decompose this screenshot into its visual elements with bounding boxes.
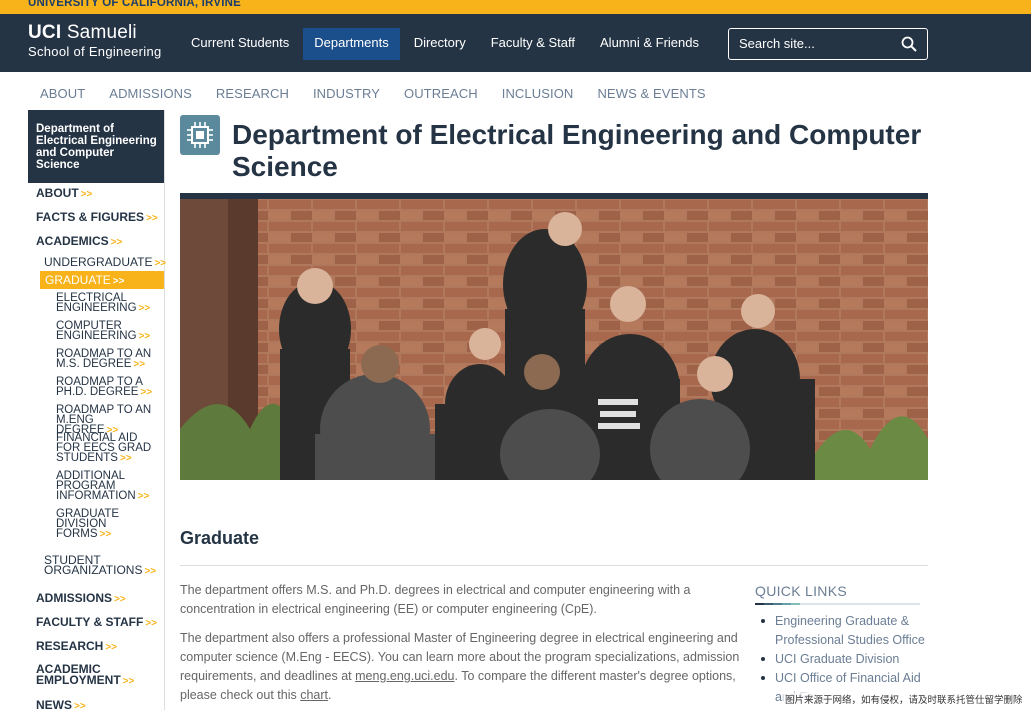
sidebar-item-roadmap-ms[interactable]: ROADMAP TO AN M.S. DEGREE >>	[56, 348, 156, 370]
sidebar-item-undergraduate[interactable]: UNDERGRADUATE >>	[44, 256, 166, 270]
sidebar-item-research[interactable]: RESEARCH >>	[36, 640, 117, 654]
quick-links-underline	[755, 603, 920, 605]
meng-paragraph: The department also offers a professiona…	[180, 629, 740, 705]
logo-uci: UCI	[28, 22, 62, 43]
nav-current-students[interactable]: Current Students	[180, 28, 300, 60]
nav-faculty-staff[interactable]: Faculty & Staff	[480, 28, 586, 60]
secnav-inclusion[interactable]: INCLUSION	[502, 86, 574, 101]
section-heading-graduate: Graduate	[180, 528, 260, 548]
students-group-photo	[180, 193, 928, 480]
sidebar-item-news[interactable]: NEWS >>	[36, 699, 86, 710]
quick-link-grad-division[interactable]: UCI Graduate Division	[758, 650, 928, 669]
secnav-outreach[interactable]: OUTREACH	[404, 86, 478, 101]
sidebar-item-academics[interactable]: ACADEMICS >>	[36, 235, 122, 249]
search-input[interactable]	[739, 36, 899, 51]
sidebar-heading[interactable]: Department of Electrical Engineering and…	[28, 110, 164, 183]
page-title: Department of Electrical Engineering and…	[232, 119, 922, 182]
university-bar: UNIVERSITY OF CALIFORNIA, IRVINE	[0, 0, 1031, 14]
intro-paragraph: The department offers M.S. and Ph.D. deg…	[180, 583, 691, 616]
meng-link[interactable]: meng.eng.uci.edu	[355, 669, 454, 683]
secnav-industry[interactable]: INDUSTRY	[313, 86, 380, 101]
quick-link-grad-office[interactable]: Engineering Graduate & Professional Stud…	[758, 612, 928, 650]
sidebar-item-faculty-staff[interactable]: FACULTY & STAFF >>	[36, 616, 157, 630]
logo-samueli: Samueli	[66, 22, 137, 43]
sidebar-item-financial-aid[interactable]: FINANCIAL AID FOR EECS GRAD STUDENTS >>	[56, 432, 156, 464]
sidebar-item-facts[interactable]: FACTS & FIGURES >>	[36, 211, 158, 225]
secnav-news-events[interactable]: NEWS & EVENTS	[597, 86, 705, 101]
uci-samueli-logo[interactable]: UCI Samueli School of Engineering	[28, 23, 162, 58]
chip-icon	[180, 115, 220, 155]
logo-school: School of Engineering	[28, 44, 162, 59]
meng-paragraph-text-c: .	[328, 688, 332, 702]
sidebar-item-admissions[interactable]: ADMISSIONS >>	[36, 592, 126, 606]
search-icon[interactable]	[901, 36, 917, 52]
main-nav: Current Students Departments Directory F…	[180, 28, 713, 60]
sidebar-item-grad-forms[interactable]: GRADUATE DIVISION FORMS >>	[56, 508, 156, 540]
chart-link[interactable]: chart	[300, 688, 328, 702]
department-sidebar: Department of Electrical Engineering and…	[28, 110, 166, 710]
sidebar-item-roadmap-phd[interactable]: ROADMAP TO A PH.D. DEGREE >>	[56, 376, 156, 398]
site-header: UCI Samueli School of Engineering Curren…	[0, 14, 1031, 72]
site-search	[728, 28, 928, 60]
quick-links-title: QUICK LINKS	[755, 583, 847, 599]
sidebar-item-graduate[interactable]: GRADUATE >>	[40, 271, 164, 289]
sidebar-item-about[interactable]: ABOUT >>	[36, 187, 92, 201]
secnav-about[interactable]: ABOUT	[40, 86, 85, 101]
sidebar-item-ee[interactable]: ELECTRICAL ENGINEERING >>	[56, 292, 156, 314]
section-divider	[180, 565, 928, 566]
secondary-nav: ABOUT ADMISSIONS RESEARCH INDUSTRY OUTRE…	[40, 86, 730, 101]
nav-departments[interactable]: Departments	[303, 28, 400, 60]
secnav-admissions[interactable]: ADMISSIONS	[109, 86, 192, 101]
watermark-text: 图片来源于网络，如有侵权，请及时联系托管仕留学删除	[783, 692, 1025, 706]
sidebar-item-academic-employment[interactable]: ACADEMIC EMPLOYMENT >>	[36, 663, 146, 687]
sidebar-item-student-orgs[interactable]: STUDENT ORGANIZATIONS >>	[44, 554, 156, 577]
secnav-research[interactable]: RESEARCH	[216, 86, 289, 101]
sidebar-item-additional-info[interactable]: ADDITIONAL PROGRAM INFORMATION >>	[56, 470, 156, 502]
university-name[interactable]: UNIVERSITY OF CALIFORNIA, IRVINE	[28, 0, 241, 9]
sidebar-item-ce[interactable]: COMPUTER ENGINEERING >>	[56, 320, 156, 342]
nav-alumni-friends[interactable]: Alumni & Friends	[589, 28, 710, 60]
nav-directory[interactable]: Directory	[403, 28, 477, 60]
